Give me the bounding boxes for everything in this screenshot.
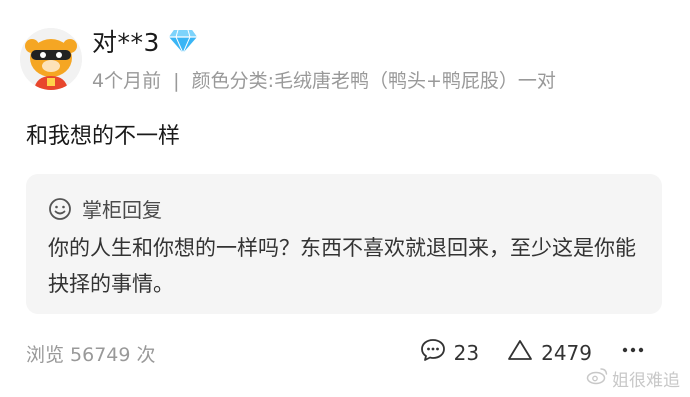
review-meta: 4个月前 | 颜色分类:毛绒唐老鸭（鸭头+鸭屁股）一对 (92, 66, 556, 93)
avatar-image (20, 28, 82, 90)
footer-actions: 23 2479 (420, 338, 646, 367)
review-card: 对**3 4个月前 | 颜色分类:毛绒唐老鸭（鸭头+鸭屁股）一对 和我想的不一样 (0, 0, 690, 397)
comment-count: 23 (453, 340, 480, 365)
watermark-text: 姐很难追 (612, 371, 680, 391)
username-row: 对**3 (92, 24, 198, 58)
comment-button[interactable]: 23 (420, 338, 479, 367)
watermark: 姐很难追 (586, 366, 680, 391)
review-time: 4个月前 (92, 70, 162, 92)
smile-icon (48, 197, 72, 221)
weibo-icon (586, 367, 608, 390)
comment-icon (420, 338, 446, 367)
avatar[interactable] (20, 28, 82, 90)
meta-separator: | (173, 70, 180, 92)
triangle-like-icon (507, 338, 533, 367)
seller-reply-box: 掌柜回复 你的人生和你想的一样吗？东西不喜欢就退回来，至少这是你能抉择的事情。 (26, 174, 662, 314)
more-button[interactable] (620, 338, 646, 367)
review-variant: 颜色分类:毛绒唐老鸭（鸭头+鸭屁股）一对 (191, 70, 556, 92)
comment-text: 和我想的不一样 (26, 124, 181, 149)
like-count: 2479 (541, 340, 592, 365)
username[interactable]: 对**3 (92, 23, 160, 59)
like-button[interactable]: 2479 (507, 338, 592, 367)
view-count: 浏览 56749 次 (26, 344, 156, 366)
reply-label: 掌柜回复 (82, 198, 162, 222)
diamond-icon (168, 28, 198, 55)
reply-header: 掌柜回复 (48, 194, 162, 223)
reply-text: 你的人生和你想的一样吗？东西不喜欢就退回来，至少这是你能抉择的事情。 (48, 236, 636, 296)
more-icon (620, 338, 646, 367)
